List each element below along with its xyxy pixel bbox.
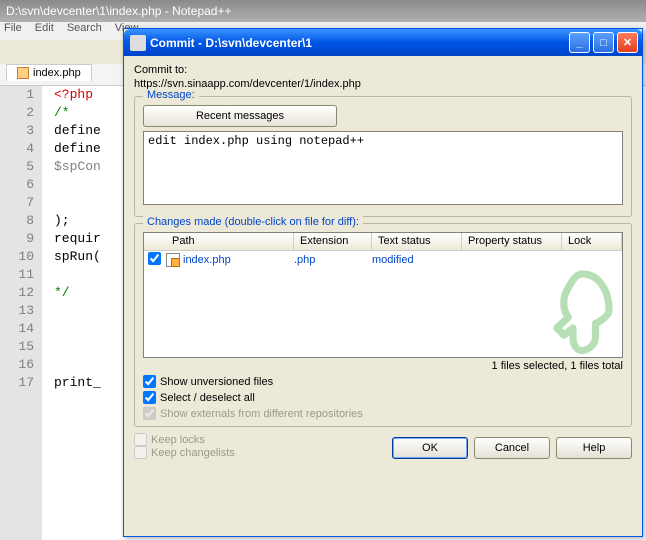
dialog-title-text: Commit - D:\svn\devcenter\1: [150, 36, 569, 50]
col-extension[interactable]: Extension: [294, 233, 372, 250]
dialog-icon: [130, 35, 146, 51]
dialog-titlebar[interactable]: Commit - D:\svn\devcenter\1 _ □ ✕: [124, 29, 642, 56]
commit-message-textarea[interactable]: [143, 131, 623, 205]
commit-to-label: Commit to:: [134, 64, 632, 76]
changes-group-label: Changes made (double-click on file for d…: [143, 216, 363, 228]
keep-locks-checkbox: Keep locks: [134, 433, 235, 446]
col-property-status[interactable]: Property status: [462, 233, 562, 250]
menu-edit[interactable]: Edit: [35, 22, 54, 34]
file-list[interactable]: Path Extension Text status Property stat…: [143, 232, 623, 358]
file-text-status: modified: [372, 254, 462, 266]
selection-status: 1 files selected, 1 files total: [143, 360, 623, 372]
menu-file[interactable]: File: [4, 22, 22, 34]
menu-search[interactable]: Search: [67, 22, 102, 34]
show-externals-checkbox: Show externals from different repositori…: [143, 407, 623, 420]
file-list-header: Path Extension Text status Property stat…: [144, 233, 622, 251]
tortoise-watermark-icon: [546, 265, 618, 355]
tab-indexphp[interactable]: index.php: [6, 64, 92, 81]
message-group-label: Message:: [143, 89, 199, 101]
cancel-button[interactable]: Cancel: [474, 437, 550, 459]
col-lock[interactable]: Lock: [562, 233, 622, 250]
maximize-button[interactable]: □: [593, 32, 614, 53]
commit-dialog: Commit - D:\svn\devcenter\1 _ □ ✕ Commit…: [123, 28, 643, 537]
file-checkbox[interactable]: [148, 252, 161, 265]
recent-messages-button[interactable]: Recent messages: [143, 105, 337, 127]
npp-title: D:\svn\devcenter\1\index.php - Notepad++: [0, 0, 646, 22]
file-name: index.php: [183, 254, 231, 266]
col-text-status[interactable]: Text status: [372, 233, 462, 250]
modified-file-icon: [166, 253, 180, 267]
changes-group: Changes made (double-click on file for d…: [134, 223, 632, 427]
file-ext: .php: [294, 254, 372, 266]
commit-url: https://svn.sinaapp.com/devcenter/1/inde…: [134, 78, 632, 90]
keep-changelists-checkbox: Keep changelists: [134, 446, 235, 459]
ok-button[interactable]: OK: [392, 437, 468, 459]
message-group: Message: Recent messages: [134, 96, 632, 217]
show-unversioned-checkbox[interactable]: Show unversioned files: [143, 375, 623, 388]
close-button[interactable]: ✕: [617, 32, 638, 53]
minimize-button[interactable]: _: [569, 32, 590, 53]
col-path[interactable]: Path: [166, 233, 294, 250]
select-all-checkbox[interactable]: Select / deselect all: [143, 391, 623, 404]
help-button[interactable]: Help: [556, 437, 632, 459]
